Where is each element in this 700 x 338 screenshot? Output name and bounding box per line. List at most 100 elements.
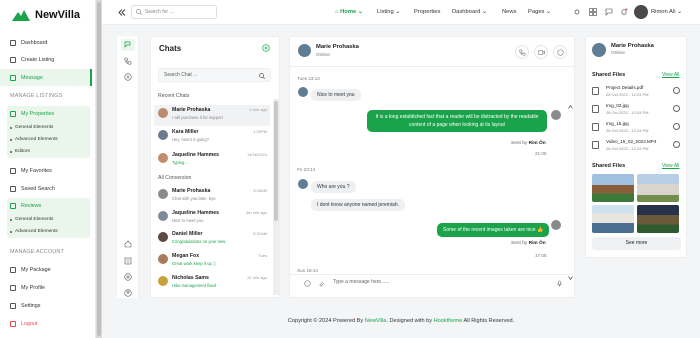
attach-icon[interactable]	[318, 280, 325, 287]
chat-item[interactable]: Daniel Miller Congratulations on your ne…	[154, 229, 270, 250]
rail-chats-button[interactable]	[121, 39, 135, 51]
new-chat-icon[interactable]	[262, 44, 270, 52]
nav-pages[interactable]: Pages ⌄	[528, 9, 551, 15]
nav-properties[interactable]: Properties	[414, 9, 440, 15]
sidebar-item-my-favorites[interactable]: My Favorites	[0, 162, 92, 179]
notes-icon[interactable]	[124, 257, 132, 265]
profile-circle-icon[interactable]	[124, 289, 132, 297]
chat-item[interactable]: Jaqueline Hammes Typing... 14/06/2024	[154, 150, 270, 171]
sidebar-item-logout[interactable]: Logout	[0, 315, 92, 332]
shared-file[interactable]: Project Details.pdf 26 Oct 2022 - 12:24 P…	[592, 84, 682, 100]
info-icon	[557, 49, 564, 56]
submenu-general-elements[interactable]: General Elements	[9, 125, 53, 130]
message-outgoing: It is a long established fact that a rea…	[367, 110, 547, 132]
sidebar-item-message[interactable]: Message	[0, 69, 92, 86]
message-input[interactable]: Type a message here......	[333, 279, 389, 285]
submenu-editors[interactable]: Editors	[10, 149, 30, 154]
shared-image-thumbnail[interactable]	[637, 205, 679, 233]
chat-list-scroll-thumb[interactable]	[274, 101, 278, 221]
footer-author-link[interactable]: Hooktheme	[434, 318, 463, 324]
avatar	[298, 179, 308, 189]
search-icon	[136, 9, 142, 15]
all-conversion-label: All Conversion	[158, 175, 192, 181]
sidebar-item-create-listing[interactable]: Create Listing	[0, 51, 92, 68]
scroll-down-icon[interactable]	[568, 267, 573, 281]
image-icon	[592, 105, 599, 113]
nav-home[interactable]: ⌂ Home ⌄	[335, 9, 363, 15]
submenu-advanced-elements[interactable]: Advanced Elements	[10, 137, 58, 142]
sidebar-item-my-properties[interactable]: My Properties	[0, 105, 92, 122]
message-incoming: I dont know anyone named jeremiah.	[311, 199, 405, 211]
shared-file[interactable]: Img_02.jpg 26 Oct 2022 - 12:24 PM	[592, 102, 682, 118]
message-time: 17:05	[535, 253, 547, 258]
sidebar-scroll-thumb[interactable]	[97, 2, 101, 336]
sidebar-item-saved-search[interactable]: Saved Search	[0, 180, 92, 197]
call-button[interactable]	[515, 45, 529, 59]
avatar	[158, 254, 168, 264]
grid-icon[interactable]	[589, 8, 597, 16]
info-button[interactable]	[553, 45, 567, 59]
user-avatar[interactable]	[634, 5, 648, 19]
shared-image-thumbnail[interactable]	[637, 174, 679, 202]
submenu-advanced-elements-reviews[interactable]: Advanced Elements	[10, 229, 58, 234]
chat-item[interactable]: Megan Fox Great work keep it up :) Tues	[154, 251, 270, 272]
chat-item[interactable]: Marie Prohaska I will purchase it for su…	[154, 105, 270, 126]
contact-status: Online	[316, 53, 330, 58]
chats-panel: Chats Search Chat ... Recent Chats Marie…	[150, 36, 280, 298]
shared-file[interactable]: Img_15.jpg 26 Oct 2022 - 12:24 PM	[592, 120, 682, 136]
home-icon[interactable]	[124, 240, 132, 248]
download-icon[interactable]	[673, 141, 680, 148]
day-label: Sun 18:14	[297, 268, 318, 273]
plus-circle-icon[interactable]	[124, 73, 132, 81]
chat-search-input[interactable]: Search Chat ...	[158, 68, 271, 82]
sent-by: Sent by Rim Ôn	[511, 141, 546, 146]
microphone-icon[interactable]	[556, 280, 563, 287]
sidebar-item-dashboard[interactable]: Dashboard	[0, 34, 92, 51]
shared-file[interactable]: Video_15_02_2022.MP4 26 Oct 2022 - 12:24 …	[592, 138, 682, 154]
sidebar-item-settings[interactable]: Settings	[0, 297, 92, 314]
avatar	[551, 110, 561, 120]
shared-image-thumbnail[interactable]	[592, 205, 634, 233]
see-more-button[interactable]: See more	[592, 237, 681, 250]
download-icon[interactable]	[673, 123, 680, 130]
recent-chats-label: Recent Chats	[158, 93, 190, 99]
view-all-files-link[interactable]: View All	[662, 72, 679, 78]
search-input[interactable]: Search for ...	[131, 5, 217, 19]
user-name[interactable]: Rimon Ali ⌄	[651, 9, 682, 15]
footer-brand-link[interactable]: NewVilla	[365, 318, 387, 324]
chat-list-scrollbar[interactable]	[273, 99, 279, 295]
submenu-general-elements-reviews[interactable]: General Elements	[9, 217, 53, 222]
shared-image-thumbnail[interactable]	[592, 174, 634, 202]
package-icon	[10, 266, 16, 273]
sent-by: Sent by Rim Ôn	[511, 241, 546, 246]
top-bar: Search for ... ⌂ Home ⌄ Listing ⌄ Proper…	[102, 0, 700, 25]
sidebar-item-reviews[interactable]: Reviews	[0, 197, 92, 214]
chat-icon[interactable]	[605, 8, 613, 16]
nav-listing[interactable]: Listing ⌄	[377, 9, 400, 15]
download-icon[interactable]	[673, 87, 680, 94]
message-time: 21:05	[535, 151, 547, 156]
phone-icon	[519, 49, 526, 56]
sidebar-item-my-package[interactable]: My Package	[0, 261, 92, 278]
nav-dashboard[interactable]: Dashboard ⌄	[452, 9, 487, 15]
sun-icon[interactable]	[573, 8, 581, 16]
gear-icon[interactable]	[124, 273, 132, 281]
download-icon[interactable]	[673, 105, 680, 112]
conversation-panel: Marie Prohaska Online Tues 23:14 Nice to…	[289, 36, 575, 298]
collapse-icon[interactable]	[118, 9, 126, 16]
logo[interactable]: NewVilla	[11, 8, 80, 22]
view-all-images-link[interactable]: View All	[662, 163, 679, 169]
chat-item[interactable]: Jaqueline Hammes Nice to meet you 4th mi…	[154, 208, 270, 229]
avatar	[158, 130, 168, 140]
chat-item[interactable]: Marie Prohaska Chat with you later, bye …	[154, 186, 270, 207]
sidebar-item-my-profile[interactable]: My Profile	[0, 279, 92, 296]
video-button[interactable]	[534, 45, 548, 59]
chat-item[interactable]: Nicholas Sams Hiko management fixed 22 m…	[154, 273, 270, 294]
chat-item[interactable]: Kara Miller Hey, how's it going? 1:20PM	[154, 127, 270, 148]
phone-icon[interactable]	[124, 57, 132, 65]
bell-icon[interactable]	[620, 8, 628, 16]
header-divider	[290, 66, 574, 67]
nav-news[interactable]: News	[502, 9, 517, 15]
scroll-up-icon[interactable]	[568, 96, 573, 109]
emoji-icon[interactable]	[304, 280, 311, 287]
